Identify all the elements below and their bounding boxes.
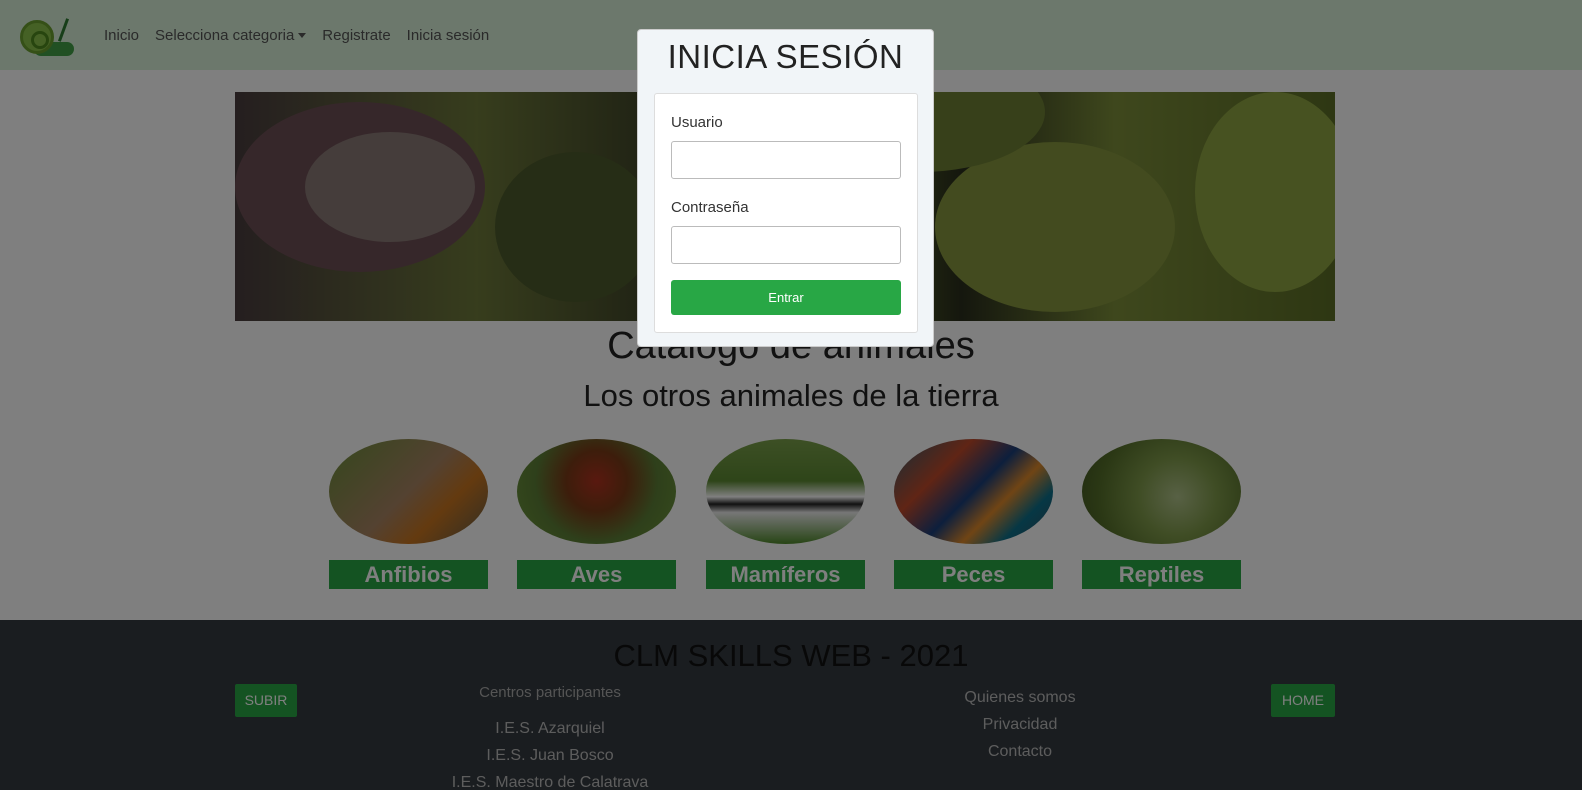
modal-title: INICIA SESIÓN bbox=[667, 38, 904, 75]
password-input[interactable] bbox=[671, 226, 901, 264]
password-label: Contraseña bbox=[671, 199, 749, 216]
login-modal: INICIA SESIÓN Usuario Contraseña Entrar bbox=[637, 29, 934, 347]
login-form: Usuario Contraseña Entrar bbox=[654, 93, 918, 333]
username-label: Usuario bbox=[671, 114, 723, 131]
username-input[interactable] bbox=[671, 141, 901, 179]
login-submit-button[interactable]: Entrar bbox=[671, 280, 901, 315]
